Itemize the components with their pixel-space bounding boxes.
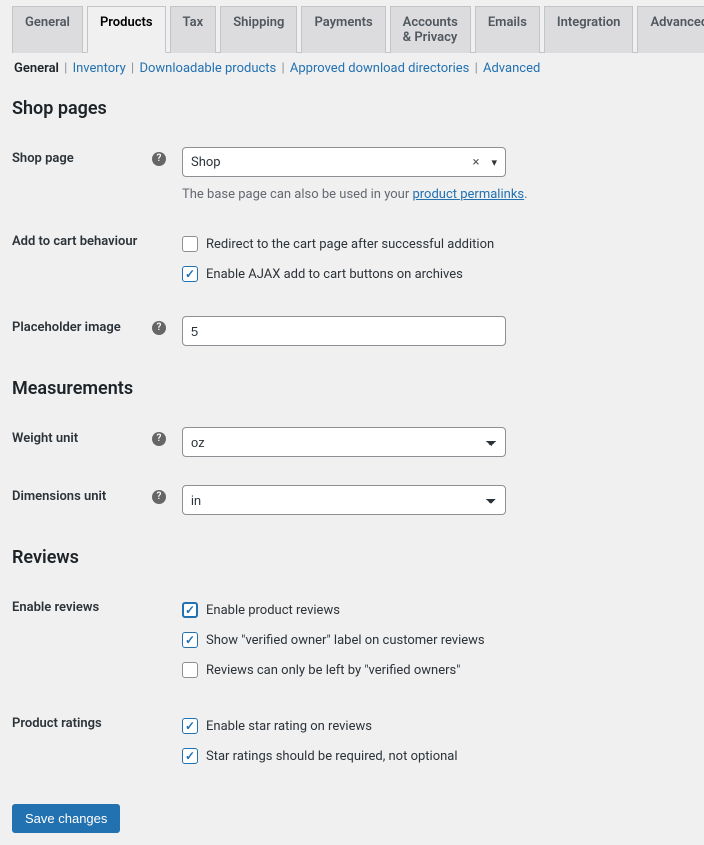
subtab-inventory[interactable]: Inventory	[73, 61, 126, 76]
section-measurements: Measurements	[12, 378, 692, 399]
verified-owner-label-text: Show "verified owner" label on customer …	[206, 633, 485, 648]
label-weight-unit: Weight unit	[12, 431, 78, 446]
product-permalinks-link[interactable]: product permalinks	[412, 187, 524, 202]
tab-general[interactable]: General	[12, 6, 83, 53]
label-placeholder-image: Placeholder image	[12, 320, 121, 335]
help-icon[interactable]: ?	[152, 152, 166, 166]
tab-emails[interactable]: Emails	[475, 6, 540, 53]
verified-owners-only-text: Reviews can only be left by "verified ow…	[206, 663, 460, 678]
tab-products[interactable]: Products	[87, 6, 166, 53]
help-icon[interactable]: ?	[152, 321, 166, 335]
star-required-label: Star ratings should be required, not opt…	[206, 749, 458, 764]
section-reviews: Reviews	[12, 547, 692, 568]
tab-tax[interactable]: Tax	[170, 6, 217, 53]
tab-integration[interactable]: Integration	[544, 6, 634, 53]
enable-star-rating-label: Enable star rating on reviews	[206, 719, 372, 734]
shop-page-description: The base page can also be used in your p…	[182, 187, 692, 202]
help-icon[interactable]: ?	[152, 490, 166, 504]
subtab-general[interactable]: General	[14, 61, 59, 76]
redirect-after-add-checkbox[interactable]	[182, 236, 198, 252]
save-changes-button[interactable]: Save changes	[12, 804, 120, 833]
tab-payments[interactable]: Payments	[301, 6, 385, 53]
label-shop-page: Shop page	[12, 151, 74, 166]
products-subtabs: General | Inventory | Downloadable produ…	[12, 53, 692, 80]
help-icon[interactable]: ?	[152, 432, 166, 446]
label-product-ratings: Product ratings	[12, 716, 102, 731]
shop-page-value: Shop	[191, 155, 221, 170]
label-dimensions-unit: Dimensions unit	[12, 489, 106, 504]
dimensions-unit-select[interactable]: in	[182, 485, 506, 515]
placeholder-image-input[interactable]	[182, 316, 506, 346]
tab-accounts-privacy[interactable]: Accounts & Privacy	[390, 6, 471, 53]
verified-owner-label-checkbox[interactable]	[182, 632, 198, 648]
enable-reviews-label: Enable product reviews	[206, 603, 340, 618]
verified-owners-only-checkbox[interactable]	[182, 662, 198, 678]
tab-shipping[interactable]: Shipping	[220, 6, 297, 53]
clear-icon[interactable]: ×	[473, 155, 480, 170]
subtab-approved-download-dirs[interactable]: Approved download directories	[290, 61, 469, 76]
ajax-add-to-cart-checkbox[interactable]	[182, 266, 198, 282]
subtab-downloadable[interactable]: Downloadable products	[139, 61, 276, 76]
enable-star-rating-checkbox[interactable]	[182, 718, 198, 734]
section-shop-pages: Shop pages	[12, 98, 692, 119]
chevron-down-icon: ▾	[491, 156, 497, 169]
ajax-add-to-cart-label: Enable AJAX add to cart buttons on archi…	[206, 267, 463, 282]
tab-advanced[interactable]: Advanced	[637, 6, 704, 53]
settings-tabs: General Products Tax Shipping Payments A…	[12, 0, 692, 53]
enable-reviews-checkbox[interactable]	[182, 602, 198, 618]
star-required-checkbox[interactable]	[182, 748, 198, 764]
subtab-advanced[interactable]: Advanced	[483, 61, 540, 76]
weight-unit-select[interactable]: oz	[182, 427, 506, 457]
shop-page-select[interactable]: Shop × ▾	[182, 147, 506, 177]
label-enable-reviews: Enable reviews	[12, 600, 99, 615]
redirect-after-add-label: Redirect to the cart page after successf…	[206, 237, 494, 252]
label-add-to-cart: Add to cart behaviour	[12, 234, 137, 249]
